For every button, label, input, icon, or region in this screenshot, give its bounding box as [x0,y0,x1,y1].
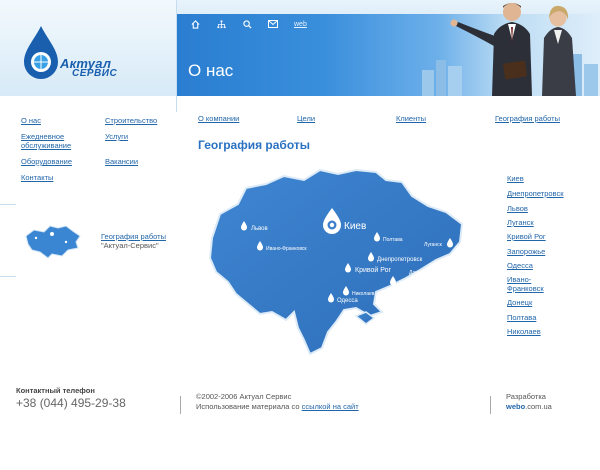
developer-label: Разработка [506,392,546,401]
sitemap-icon[interactable] [216,19,226,29]
tab-about-company[interactable]: О компании [198,114,239,123]
tab-geography[interactable]: География работы [495,114,560,123]
developer-domain: .com.ua [525,402,552,411]
footer-divider-right [490,396,491,414]
svg-text:Донецк: Донецк [409,270,427,276]
city-link-luhansk[interactable]: Луганск [507,218,534,227]
tab-clients[interactable]: Клиенты [396,114,426,123]
business-people-image [450,3,576,96]
city-link-kyiv[interactable]: Киев [507,174,524,183]
geography-link[interactable]: География работы [101,232,166,241]
svg-text:Луганск: Луганск [424,242,443,248]
contact-phone: +38 (044) 495-29-38 [16,396,126,410]
home-icon[interactable] [190,19,200,29]
map-thumbnail[interactable] [22,220,82,260]
copyright: ©2002-2006 Актуал Сервис [196,392,292,401]
nav-item-daily-service[interactable]: Ежедневное обслуживание [21,132,85,150]
capital-label: Киев [344,221,366,232]
contact-phone-label: Контактный телефон [16,386,95,395]
developer-brand: webo [506,402,526,411]
logo-area[interactable]: Актуал СЕРВИС [0,0,176,96]
top-icons: web [190,18,307,30]
web-link[interactable]: web [294,21,307,28]
city-link-poltava[interactable]: Полтава [507,313,536,322]
svg-text:Ивано-Франковск: Ивано-Франковск [266,246,307,252]
city-link-lviv[interactable]: Львов [507,204,528,213]
footer-divider-left [180,396,181,414]
left-divider-top [0,204,16,205]
city-link-dnipropetrovsk[interactable]: Днепропетровск [507,189,564,198]
page-title: О нас [188,61,234,80]
city-link-mykolaiv[interactable]: Николаев [507,327,541,336]
city-link-ivano-frankivsk[interactable]: Ивано-Франковск [507,275,557,293]
tab-goals[interactable]: Цели [297,114,315,123]
mail-icon[interactable] [268,19,278,29]
left-divider-bottom [0,276,16,277]
svg-text:Кривой Рог: Кривой Рог [355,266,392,274]
nav-item-about[interactable]: О нас [21,116,41,125]
city-link-odesa[interactable]: Одесса [507,261,533,270]
nav-item-services[interactable]: Услуги [105,132,128,141]
nav-item-vacancies[interactable]: Вакансии [105,157,138,166]
section-title: География работы [198,138,310,152]
usage-note: Использование материала со ссылкой на са… [196,402,359,411]
svg-text:Полтава: Полтава [383,237,403,243]
header-divider [176,0,177,112]
brand-subname: СЕРВИС [72,68,118,79]
svg-text:Львов: Львов [251,226,268,232]
nav-item-contacts[interactable]: Контакты [21,173,53,182]
svg-text:Днепропетровск: Днепропетровск [377,257,423,263]
svg-text:Николаев: Николаев [352,291,375,297]
city-link-kryvyi-rih[interactable]: Кривой Рог [507,232,546,241]
city-link-donetsk[interactable]: Донецк [507,298,532,307]
content-tabs: О компании Цели Клиенты География работы [198,114,568,126]
nav-item-construction[interactable]: Строительство [105,116,157,125]
city-link-zaporizhzhia[interactable]: Запорожье [507,247,545,256]
nav-item-equipment[interactable]: Оборудование [21,157,72,166]
search-icon[interactable] [242,19,252,29]
geography-caption: "Актуал-Сервис" [101,241,159,250]
ukraine-map: Киев Львов Ивано-Франковск Полтава Луган… [208,168,464,356]
usage-text: Использование материала со [196,402,300,411]
developer-link[interactable]: webo.com.ua [506,402,552,411]
header: Актуал СЕРВИС web О нас [0,0,600,96]
svg-text:Запорожье: Запорожье [399,281,425,287]
logo-drop-icon [24,26,58,79]
site-link[interactable]: ссылкой на сайт [302,402,359,411]
svg-text:Одесса: Одесса [337,298,358,304]
